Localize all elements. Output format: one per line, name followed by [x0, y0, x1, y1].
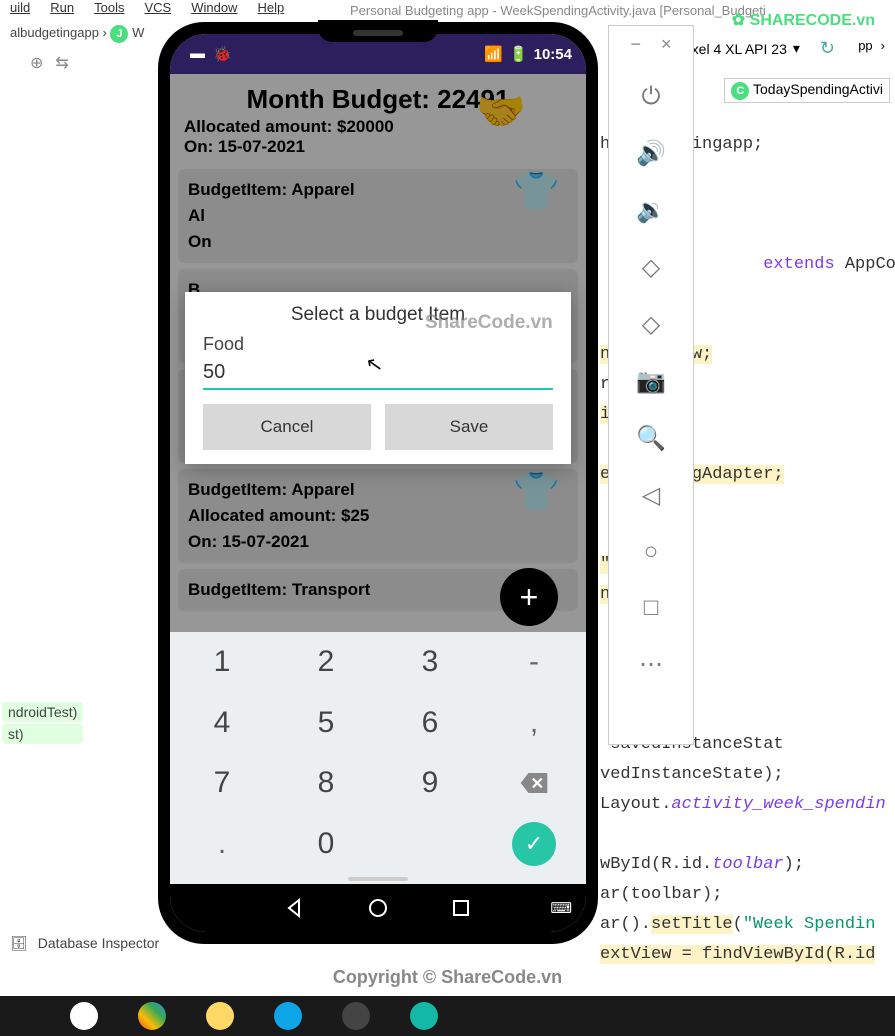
- java-icon: C: [731, 82, 749, 100]
- device-label: ixel 4 XL API 23: [689, 41, 787, 57]
- notification-icon: ▬: [190, 45, 205, 63]
- key-4[interactable]: 4: [170, 693, 274, 754]
- refresh-icon[interactable]: ↻: [820, 38, 835, 59]
- copyright: Copyright © ShareCode.vn: [0, 967, 895, 988]
- rotate-right-icon[interactable]: ◇: [642, 310, 660, 339]
- close-icon[interactable]: ×: [661, 34, 672, 55]
- numeric-keyboard: 1 2 3 - 4 5 6 , 7 8 9 . 0: [170, 632, 586, 884]
- nav-overview[interactable]: [420, 898, 503, 918]
- power-icon[interactable]: ⏻: [642, 83, 661, 111]
- key-7[interactable]: 7: [170, 753, 274, 814]
- cancel-button[interactable]: Cancel: [203, 404, 371, 450]
- tree-item[interactable]: st): [2, 724, 83, 744]
- phone-screen: ▬ 🐞 📶 🔋 10:54 Month Budget: 22491 Alloca…: [170, 34, 586, 932]
- key-comma[interactable]: ,: [482, 693, 586, 754]
- key-dot[interactable]: .: [170, 814, 274, 875]
- target-icon[interactable]: ⊕: [30, 53, 43, 73]
- taskbar-app-1[interactable]: [70, 1002, 98, 1030]
- database-inspector-icon[interactable]: 🗄: [10, 935, 28, 952]
- taskbar-app-5[interactable]: [342, 1002, 370, 1030]
- taskbar-app-4[interactable]: [274, 1002, 302, 1030]
- debug-icon: 🐞: [213, 45, 232, 63]
- volume-up-icon[interactable]: 🔊: [636, 139, 666, 168]
- project-tree-partial: ndroidTest) st): [0, 700, 85, 746]
- rotate-left-icon[interactable]: ◇: [642, 253, 660, 282]
- battery-icon: 🔋: [509, 45, 528, 63]
- breadcrumb-middle: pp: [858, 38, 872, 53]
- code-line: toolbar: [712, 855, 783, 874]
- nav-back[interactable]: [253, 898, 336, 918]
- taskbar-explorer[interactable]: [206, 1002, 234, 1030]
- android-navbar: ⌨: [170, 884, 586, 932]
- home-icon[interactable]: ○: [644, 538, 659, 566]
- key-backspace[interactable]: [482, 753, 586, 814]
- device-selector[interactable]: ixel 4 XL API 23 ▾ ↻: [689, 38, 835, 59]
- windows-taskbar: [0, 996, 895, 1036]
- key-0[interactable]: 0: [274, 814, 378, 875]
- save-button[interactable]: Save: [385, 404, 553, 450]
- signal-icon: 📶: [484, 45, 503, 63]
- taskbar-android-studio[interactable]: [410, 1002, 438, 1030]
- overview-icon[interactable]: □: [644, 594, 659, 622]
- clock: 10:54: [534, 46, 572, 63]
- key-3[interactable]: 3: [378, 632, 482, 693]
- watermark: ShareCode.vn: [425, 312, 553, 334]
- key-done[interactable]: ✓: [482, 814, 586, 875]
- key-2[interactable]: 2: [274, 632, 378, 693]
- code-line: ar(toolbar);: [600, 885, 722, 904]
- code-line: wById(R.id.: [600, 855, 712, 874]
- add-button[interactable]: +: [500, 568, 558, 626]
- key-dash[interactable]: -: [482, 632, 586, 693]
- more-icon[interactable]: ⋯: [639, 650, 663, 679]
- menu-vcs[interactable]: VCS: [144, 0, 171, 20]
- tree-item[interactable]: ndroidTest): [2, 702, 83, 722]
- breadcrumb-text: albudgetingapp: [10, 25, 99, 40]
- camera-icon[interactable]: 📷: [636, 367, 666, 396]
- menu-tools[interactable]: Tools: [94, 0, 124, 20]
- code-line: activity_week_spendin: [671, 795, 885, 814]
- emulator-toolbar: − × ⏻ 🔊 🔉 ◇ ◇ 📷 🔍 ◁ ○ □ ⋯: [608, 25, 694, 745]
- code-line: vedInstanceState);: [600, 765, 784, 784]
- key-empty: [378, 814, 482, 875]
- code-line: Layout.: [600, 795, 671, 814]
- back-icon[interactable]: ◁: [642, 481, 660, 510]
- code-keyword: extends: [763, 255, 834, 274]
- menu-run[interactable]: Run: [50, 0, 74, 20]
- window-title: Personal Budgeting app - WeekSpendingAct…: [350, 3, 766, 18]
- code-line: AppCompatA: [845, 255, 895, 274]
- phone-speaker: [353, 30, 403, 36]
- sharecode-logo: ✿ SHARECODE.vn: [732, 10, 875, 30]
- key-6[interactable]: 6: [378, 693, 482, 754]
- minimize-icon[interactable]: −: [630, 34, 641, 55]
- menu-help[interactable]: Help: [257, 0, 284, 20]
- key-9[interactable]: 9: [378, 753, 482, 814]
- key-5[interactable]: 5: [274, 693, 378, 754]
- nav-home[interactable]: [336, 898, 419, 918]
- collapse-icon[interactable]: ⇆: [55, 53, 68, 73]
- menu-window[interactable]: Window: [191, 0, 237, 20]
- java-icon: J: [110, 25, 128, 43]
- phone-frame: ▬ 🐞 📶 🔋 10:54 Month Budget: 22491 Alloca…: [158, 22, 598, 944]
- database-inspector-label[interactable]: Database Inspector: [38, 935, 159, 952]
- tab-label: TodaySpendingActivi: [753, 81, 883, 97]
- menu-build[interactable]: uild: [10, 0, 30, 20]
- nav-keyboard-icon[interactable]: ⌨: [550, 899, 572, 917]
- volume-down-icon[interactable]: 🔉: [636, 196, 666, 225]
- breadcrumb-right: pp ›: [858, 38, 885, 53]
- zoom-icon[interactable]: 🔍: [636, 424, 666, 453]
- keyboard-handle[interactable]: [170, 874, 586, 884]
- key-8[interactable]: 8: [274, 753, 378, 814]
- key-1[interactable]: 1: [170, 632, 274, 693]
- taskbar-chrome[interactable]: [138, 1002, 166, 1030]
